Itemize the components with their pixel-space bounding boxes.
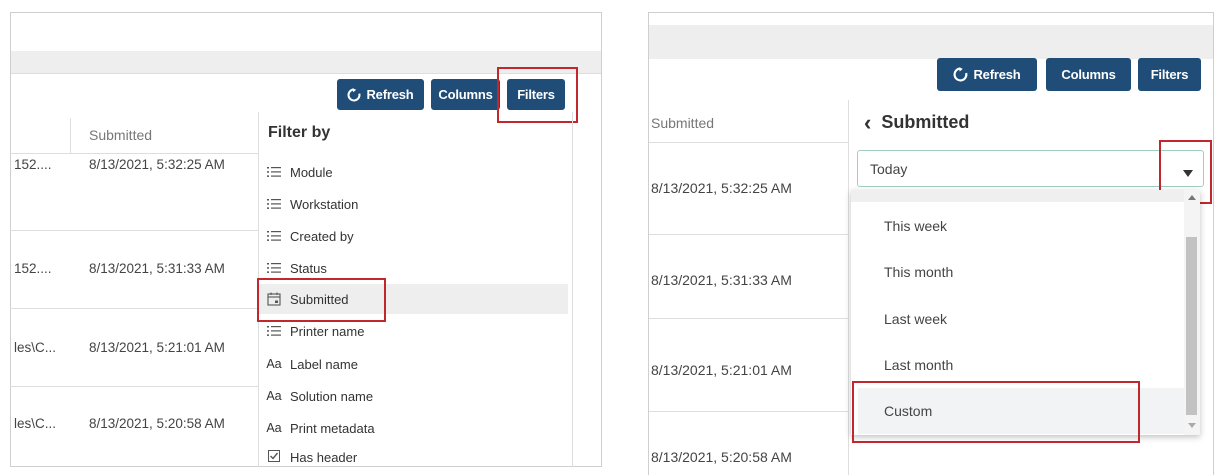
filter-item-solution-name[interactable]: Aa Solution name (258, 381, 568, 411)
list-icon (258, 166, 290, 178)
filter-item-status[interactable]: Status (258, 253, 568, 283)
cell-submitted: 8/13/2021, 5:20:58 AM (89, 416, 225, 431)
scroll-up-icon[interactable] (1188, 195, 1196, 200)
divider (649, 411, 848, 412)
divider (11, 73, 601, 74)
caret-down-icon[interactable] (1183, 164, 1193, 182)
filter-item-label: Status (290, 260, 327, 276)
filters-label: Filters (1150, 67, 1189, 82)
header-strip (11, 51, 601, 73)
option-custom[interactable]: Custom (858, 388, 1186, 434)
calendar-icon (258, 292, 290, 306)
refresh-button[interactable]: Refresh (337, 79, 424, 110)
filter-item-label: Module (290, 164, 333, 180)
filters-button[interactable]: Filters (1138, 58, 1201, 91)
header-strip (649, 25, 1213, 59)
divider (649, 234, 848, 235)
filter-panel-border (848, 100, 849, 475)
refresh-icon (954, 67, 968, 82)
divider (10, 308, 258, 309)
text-icon: Aa (266, 389, 282, 403)
option-last-week[interactable]: Last week (858, 296, 1186, 342)
divider (649, 318, 848, 319)
filter-item-workstation[interactable]: Workstation (258, 189, 568, 219)
refresh-icon (348, 87, 361, 101)
cell-prefix: 152.... (14, 157, 52, 172)
cell-submitted: 8/13/2021, 5:20:58 AM (651, 449, 792, 465)
date-range-select[interactable]: Today (857, 150, 1204, 187)
checkbox-icon (258, 450, 290, 462)
cell-submitted: 8/13/2021, 5:32:25 AM (89, 157, 225, 172)
filter-item-label: Has header (290, 450, 358, 465)
refresh-label: Refresh (973, 67, 1021, 82)
cell-submitted: 8/13/2021, 5:32:25 AM (651, 180, 792, 196)
cell-submitted: 8/13/2021, 5:21:01 AM (89, 340, 225, 355)
option-this-month[interactable]: This month (858, 249, 1186, 295)
cell-prefix: les\C... (14, 340, 57, 355)
refresh-button[interactable]: Refresh (937, 58, 1037, 91)
cell-prefix: les\C... (14, 416, 57, 431)
columns-button[interactable]: Columns (431, 79, 500, 110)
columns-button[interactable]: Columns (1046, 58, 1131, 91)
filter-panel-border (572, 112, 573, 467)
submitted-column-header[interactable]: Submitted (89, 127, 152, 143)
filter-item-label: Print metadata (290, 420, 375, 436)
filter-by-title: Filter by (268, 124, 331, 141)
scrollbar-thumb[interactable] (1186, 237, 1197, 415)
filter-item-module[interactable]: Module (258, 157, 568, 187)
cell-submitted: 8/13/2021, 5:31:33 AM (89, 261, 225, 276)
filter-item-has-header[interactable]: Has header (258, 444, 568, 466)
filter-item-label: Printer name (290, 323, 365, 339)
scroll-down-icon[interactable] (1188, 423, 1196, 428)
cell-prefix: 152.... (14, 261, 52, 276)
list-icon (258, 262, 290, 274)
list-icon (258, 230, 290, 242)
submitted-column-header[interactable]: Submitted (651, 115, 714, 131)
divider (649, 142, 848, 143)
filters-button[interactable]: Filters (507, 79, 565, 110)
filter-item-submitted[interactable]: Submitted (258, 284, 568, 314)
submitted-filter-header[interactable]: ‹ Submitted (864, 111, 970, 133)
text-icon: Aa (266, 357, 282, 371)
option-this-week[interactable]: This week (858, 203, 1186, 249)
filter-item-label: Created by (290, 228, 354, 244)
select-value: Today (870, 161, 908, 177)
dropdown-top-shade (851, 190, 1184, 202)
filters-label: Filters (517, 87, 555, 102)
filter-item-printer-name[interactable]: Printer name (258, 316, 568, 346)
filter-item-label: Workstation (290, 196, 359, 212)
cell-submitted: 8/13/2021, 5:31:33 AM (651, 272, 792, 288)
divider (10, 230, 258, 231)
list-icon (258, 198, 290, 210)
filter-item-print-metadata[interactable]: Aa Print metadata (258, 413, 568, 443)
columns-label: Columns (1061, 67, 1116, 82)
divider (10, 386, 258, 387)
divider (10, 153, 258, 154)
filter-item-label: Label name (290, 356, 358, 372)
dropdown-scrollbar[interactable] (1184, 190, 1200, 435)
option-last-month[interactable]: Last month (858, 342, 1186, 388)
text-icon: Aa (266, 421, 282, 435)
filter-item-label-name[interactable]: Aa Label name (258, 349, 568, 379)
back-chevron-icon[interactable]: ‹ (864, 111, 871, 133)
refresh-label: Refresh (366, 87, 414, 102)
column-divider (70, 118, 71, 154)
columns-label: Columns (438, 87, 493, 102)
submitted-filter-title: Submitted (881, 112, 970, 132)
list-icon (258, 325, 290, 337)
filter-item-created-by[interactable]: Created by (258, 221, 568, 251)
filter-item-label: Solution name (290, 388, 374, 404)
filter-item-label: Submitted (290, 291, 349, 307)
cell-submitted: 8/13/2021, 5:21:01 AM (651, 362, 792, 378)
